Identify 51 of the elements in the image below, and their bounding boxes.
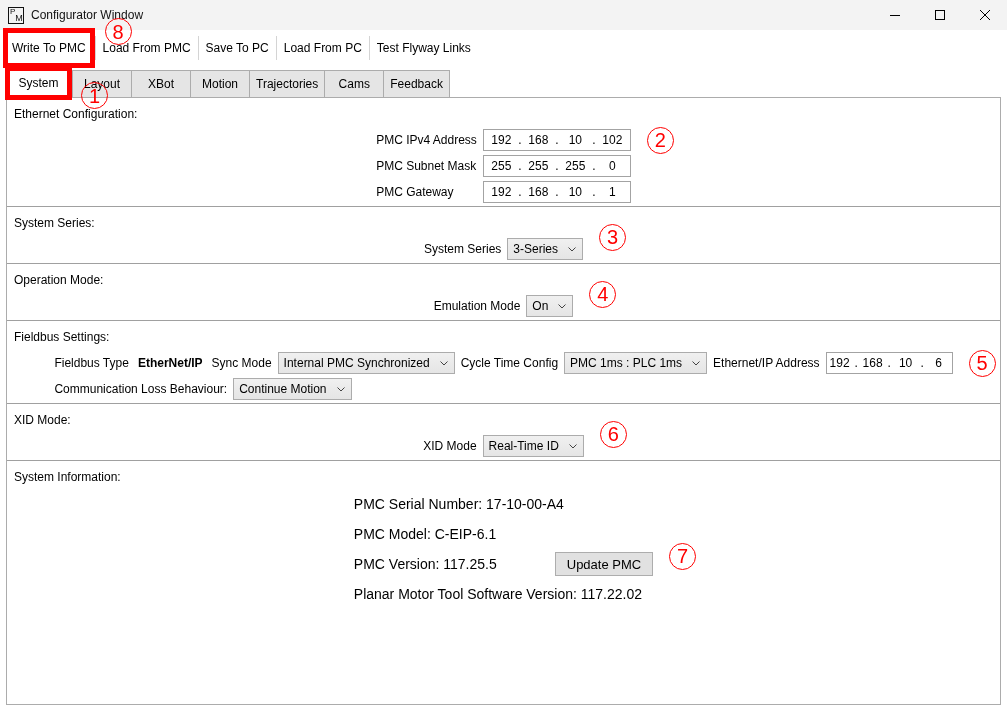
ip-address-field[interactable]: 192 . 168 . 10 . 6: [825, 352, 953, 374]
info-text: PMC Model: C-EIP-6.1: [353, 526, 497, 542]
field-label: Emulation Mode: [433, 299, 521, 313]
section-heading: XID Mode:: [14, 412, 72, 428]
section-heading: Fieldbus Settings:: [14, 329, 111, 345]
chevron-down-icon: [568, 443, 577, 449]
section-heading: System Information:: [14, 469, 122, 485]
info-text: PMC Serial Number: 17-10-00-A4: [353, 496, 564, 512]
update-button[interactable]: Update PMC: [554, 552, 654, 576]
minimize-icon[interactable]: [889, 14, 900, 16]
dropdown[interactable]: On: [526, 295, 574, 317]
toolbar-button[interactable]: Write To PMC: [8, 33, 90, 63]
field-value: EtherNet/IP: [137, 356, 203, 370]
dropdown[interactable]: Continue Motion: [233, 378, 352, 400]
tab[interactable]: Motion: [190, 70, 250, 98]
ip-address-field[interactable]: 192 . 168 . 10 . 102: [482, 129, 631, 151]
toolbar-button[interactable]: Test Flyway Links: [369, 35, 478, 61]
section-heading: Ethernet Configuration:: [14, 106, 139, 122]
chevron-down-icon: [336, 386, 345, 392]
dropdown[interactable]: Internal PMC Synchronized: [277, 352, 455, 374]
chevron-down-icon: [692, 360, 701, 366]
tab[interactable]: XBot: [131, 70, 191, 98]
dropdown[interactable]: PMC 1ms : PLC 1ms: [564, 352, 708, 374]
chevron-down-icon: [439, 360, 448, 366]
maximize-icon[interactable]: [934, 10, 945, 20]
chevron-down-icon: [568, 246, 576, 252]
toolbar-button[interactable]: Load From PC: [276, 35, 369, 61]
field-label: XID Mode: [423, 439, 477, 453]
field-label: PMC Gateway: [376, 185, 455, 199]
ip-address-field[interactable]: 192 . 168 . 10 . 1: [482, 181, 631, 203]
field-label: Cycle Time Config: [460, 356, 559, 370]
tab[interactable]: Trajectories: [249, 70, 326, 98]
field-label: PMC IPv4 Address: [376, 133, 477, 147]
section-heading: System Series:: [14, 215, 96, 231]
field-label: Ethernet/IP Address: [713, 356, 820, 370]
tab[interactable]: Cams: [324, 70, 385, 98]
close-icon[interactable]: [979, 10, 990, 20]
info-text: PMC Version: 117.25.5: [353, 556, 497, 572]
field-label: Sync Mode: [211, 356, 272, 370]
field-label: PMC Subnet Mask: [376, 159, 477, 173]
chevron-down-icon: [558, 303, 567, 309]
section-heading: Operation Mode:: [14, 272, 105, 288]
toolbar-button[interactable]: Save To PC: [198, 35, 276, 61]
dropdown[interactable]: Real-Time ID: [482, 435, 584, 457]
info-text: Planar Motor Tool Software Version: 117.22.02: [353, 586, 643, 602]
tab[interactable]: Feedback: [383, 70, 450, 98]
field-label: Fieldbus Type: [54, 356, 129, 370]
ip-address-field[interactable]: 255 . 255 . 255 . 0: [482, 155, 631, 177]
field-label: Communication Loss Behaviour:: [54, 382, 228, 396]
dropdown[interactable]: 3-Series: [507, 238, 583, 260]
field-label: System Series: [423, 242, 502, 256]
